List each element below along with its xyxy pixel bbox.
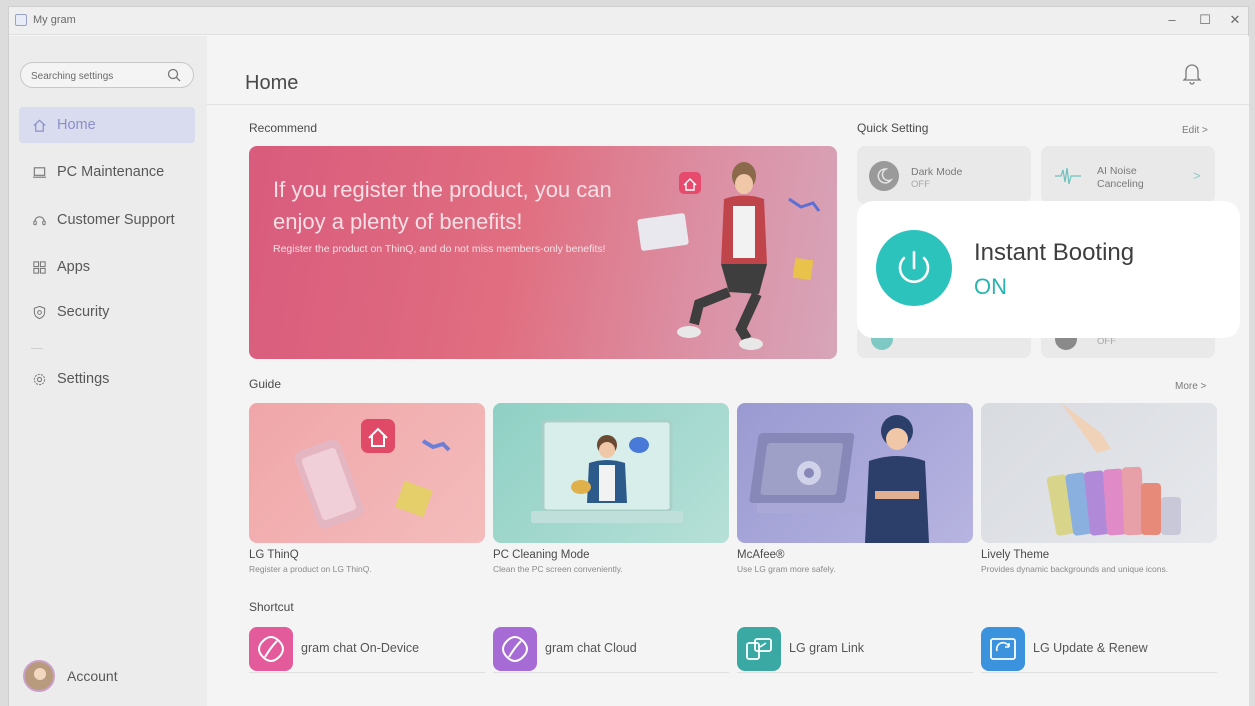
recommend-label: Recommend xyxy=(249,121,318,135)
search-input[interactable] xyxy=(31,68,161,84)
instant-booting-popup[interactable]: Instant Booting ON xyxy=(857,201,1240,338)
maximize-button[interactable]: ☐ xyxy=(1194,11,1216,29)
guide-card-pc-cleaning-mode[interactable]: PC Cleaning Mode Clean the PC screen con… xyxy=(493,403,729,574)
guide-description: Clean the PC screen conveniently. xyxy=(493,564,623,574)
window-title: My gram xyxy=(33,14,76,26)
ai-noise-title: AI Noise Canceling xyxy=(1097,165,1144,190)
guide-card-lively-theme[interactable]: Lively Theme Provides dynamic background… xyxy=(981,403,1217,574)
shortcut-label-text: gram chat On-Device xyxy=(301,641,420,655)
sidebar-item-label: Settings xyxy=(57,371,110,387)
moon-icon xyxy=(869,161,899,191)
gear-icon xyxy=(31,371,47,387)
search-box[interactable] xyxy=(20,62,194,88)
page-title: Home xyxy=(245,72,299,94)
laptop-icon xyxy=(31,164,47,180)
headset-icon xyxy=(31,212,47,228)
main-content: Home Recommend If you register the produ… xyxy=(207,36,1249,706)
lg-thinq-illustration xyxy=(249,403,485,543)
guide-card-lg-thinq[interactable]: LG ThinQ Register a product on LG ThinQ. xyxy=(249,403,485,574)
guide-description: Register a product on LG ThinQ. xyxy=(249,564,372,574)
title-bar: My gram – ☐ ✕ xyxy=(9,7,1248,35)
shortcut-label-text: LG Update & Renew xyxy=(1033,641,1148,655)
gram-chat-on-device-icon xyxy=(249,627,293,671)
sidebar-item-pc-maintenance[interactable]: PC Maintenance xyxy=(19,154,195,190)
header-divider xyxy=(207,104,1249,105)
lg-gram-link-icon xyxy=(737,627,781,671)
chevron-right-icon: > xyxy=(1193,168,1201,183)
guide-card-mcafee[interactable]: McAfee® Use LG gram more safely. xyxy=(737,403,973,574)
sidebar-item-customer-support[interactable]: Customer Support xyxy=(19,202,195,238)
pc-cleaning-illustration xyxy=(493,403,729,543)
quick-setting-label: Quick Setting xyxy=(857,121,929,135)
search-icon[interactable] xyxy=(167,68,181,82)
mcafee-illustration xyxy=(737,403,973,543)
lively-theme-illustration xyxy=(981,403,1217,543)
gram-chat-cloud-icon xyxy=(493,627,537,671)
shortcut-lg-gram-link[interactable]: LG gram Link xyxy=(737,625,973,673)
sidebar-item-label: Apps xyxy=(57,259,91,275)
sidebar-divider xyxy=(31,348,43,349)
close-button[interactable]: ✕ xyxy=(1224,11,1246,29)
sidebar-item-settings[interactable]: Settings xyxy=(19,361,195,397)
sidebar-item-label: Security xyxy=(57,304,110,320)
app-window: My gram – ☐ ✕ Home PC Maintenance xyxy=(8,6,1249,706)
ai-noise-canceling-card[interactable]: AI Noise Canceling > xyxy=(1041,146,1215,204)
notification-bell-icon[interactable] xyxy=(1181,60,1203,86)
recommend-banner[interactable]: If you register the product, you can enj… xyxy=(249,146,837,359)
lg-update-renew-icon xyxy=(981,627,1025,671)
shortcut-gram-chat-on-device[interactable]: gram chat On-Device xyxy=(249,625,485,673)
banner-heading: If you register the product, you can enj… xyxy=(273,177,612,234)
dark-mode-card[interactable]: Dark Mode OFF xyxy=(857,146,1031,204)
shortcut-label: Shortcut xyxy=(249,600,294,614)
shortcut-label-text: LG gram Link xyxy=(789,641,865,655)
app-logo-icon xyxy=(15,14,27,26)
banner-illustration xyxy=(637,162,821,350)
sidebar-item-security[interactable]: Security xyxy=(19,294,195,330)
guide-title: Lively Theme xyxy=(981,549,1050,561)
avatar xyxy=(23,660,55,692)
guide-label: Guide xyxy=(249,377,282,391)
shield-icon xyxy=(31,304,47,320)
guide-title: PC Cleaning Mode xyxy=(493,549,590,561)
instant-booting-title: Instant Booting xyxy=(974,239,1135,266)
shortcut-gram-chat-cloud[interactable]: gram chat Cloud xyxy=(493,625,729,673)
sidebar-item-label: Customer Support xyxy=(57,212,175,228)
shortcut-lg-update-renew[interactable]: LG Update & Renew xyxy=(981,625,1217,673)
sidebar-item-home[interactable]: Home xyxy=(19,107,195,143)
banner-subtext: Register the product on ThinQ, and do no… xyxy=(273,243,606,255)
minimize-button[interactable]: – xyxy=(1161,11,1183,29)
more-link[interactable]: More > xyxy=(1175,381,1206,392)
edit-link[interactable]: Edit > xyxy=(1182,125,1208,136)
sidebar: Home PC Maintenance Customer Support App… xyxy=(9,36,207,706)
guide-description: Use LG gram more safely. xyxy=(737,564,836,574)
dark-mode-title: Dark Mode xyxy=(911,166,963,178)
instant-booting-status: ON xyxy=(974,274,1007,299)
apps-grid-icon xyxy=(31,259,47,275)
account-label: Account xyxy=(67,668,118,684)
dark-mode-status: OFF xyxy=(911,179,930,190)
guide-title: McAfee® xyxy=(737,549,785,561)
home-icon xyxy=(31,117,47,133)
power-icon xyxy=(876,230,952,306)
sidebar-item-label: Home xyxy=(57,117,96,133)
waveform-icon xyxy=(1055,167,1081,185)
guide-description: Provides dynamic backgrounds and unique … xyxy=(981,564,1169,574)
shortcut-label-text: gram chat Cloud xyxy=(545,641,637,655)
account-button[interactable]: Account xyxy=(23,660,118,692)
guide-title: LG ThinQ xyxy=(249,549,299,561)
sidebar-item-apps[interactable]: Apps xyxy=(19,249,195,285)
sidebar-item-label: PC Maintenance xyxy=(57,164,165,180)
